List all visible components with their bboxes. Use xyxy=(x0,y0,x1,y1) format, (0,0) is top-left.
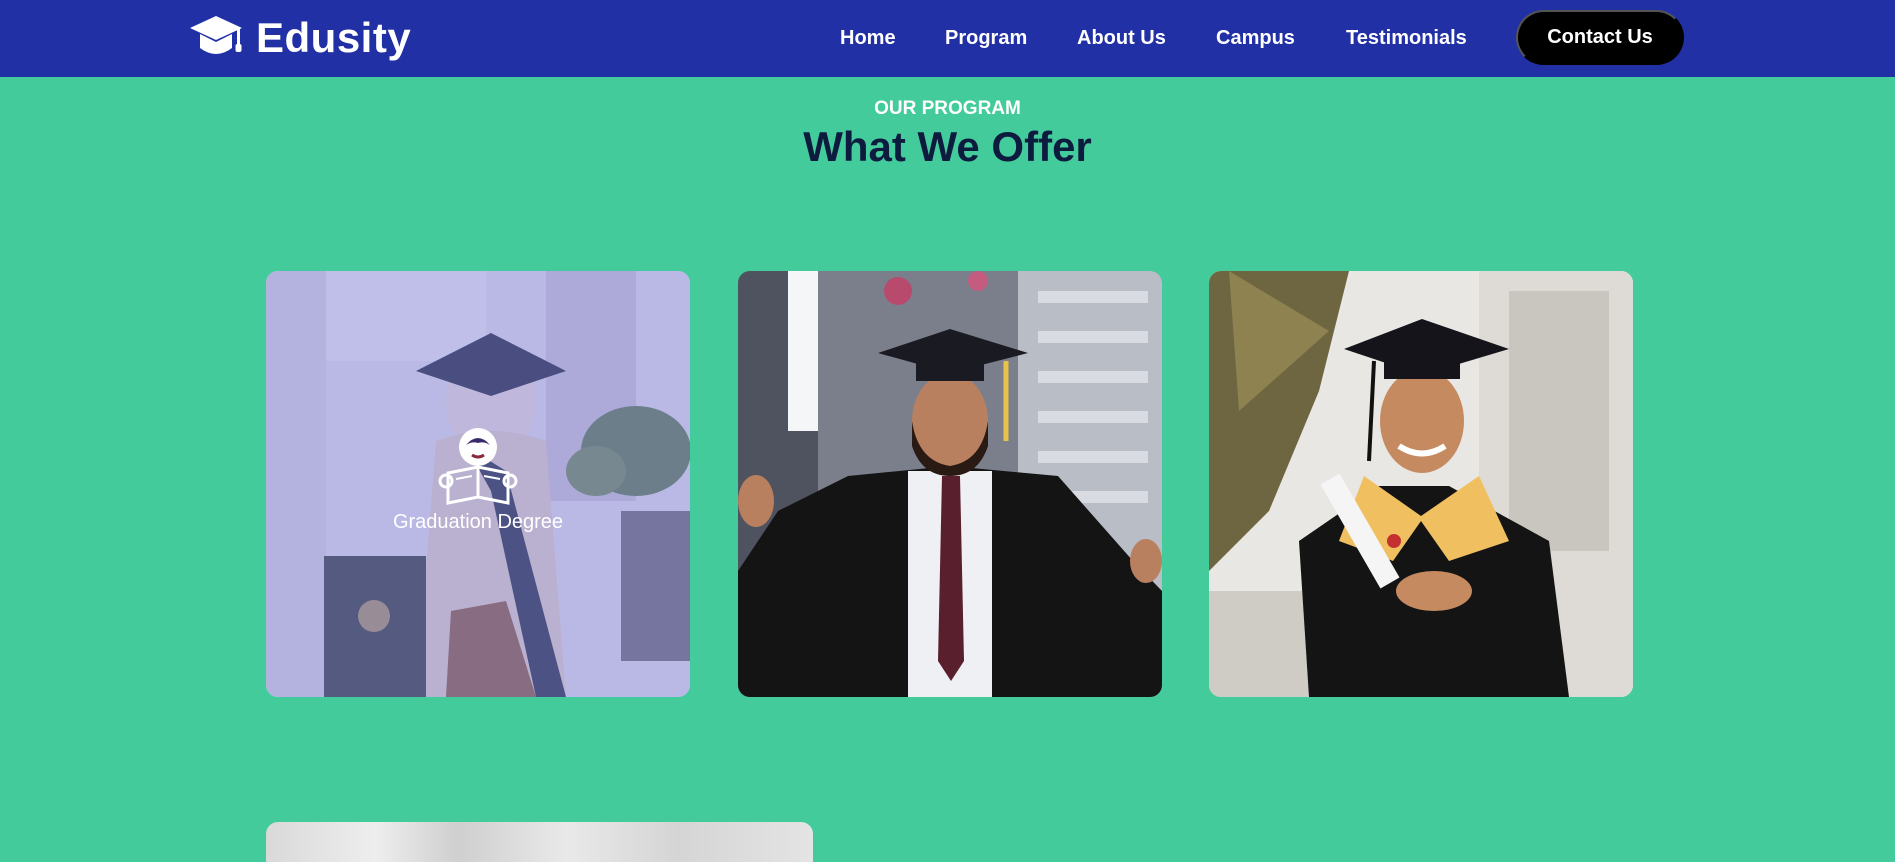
navbar: Edusity Home Program About Us Campus Tes… xyxy=(0,0,1895,77)
graduation-reader-icon xyxy=(438,428,518,505)
nav-about-us[interactable]: About Us xyxy=(1077,27,1166,50)
brand-logo[interactable]: Edusity xyxy=(188,13,411,63)
nav-testimonials[interactable]: Testimonials xyxy=(1346,27,1467,50)
program-image-graduate-man-diploma xyxy=(1209,271,1633,697)
contact-us-button[interactable]: Contact Us xyxy=(1516,10,1684,65)
program-card-2[interactable] xyxy=(738,271,1162,697)
program-card-4-partial[interactable] xyxy=(266,822,813,862)
nav-campus[interactable]: Campus xyxy=(1216,27,1295,50)
card-caption: Graduation Degree xyxy=(266,427,690,534)
graduation-cap-icon xyxy=(190,16,242,54)
section-title: What We Offer xyxy=(803,123,1092,170)
brand-name: Edusity xyxy=(256,14,412,61)
nav-program[interactable]: Program xyxy=(945,27,1027,50)
nav-home[interactable]: Home xyxy=(840,27,896,50)
program-image-graduate-man-cheering xyxy=(738,271,1162,697)
program-card-graduation[interactable]: Graduation Degree xyxy=(266,271,690,697)
program-card-3[interactable] xyxy=(1209,271,1633,697)
section-subtitle: OUR PROGRAM xyxy=(874,98,1021,119)
card-caption-text: Graduation Degree xyxy=(392,511,564,533)
